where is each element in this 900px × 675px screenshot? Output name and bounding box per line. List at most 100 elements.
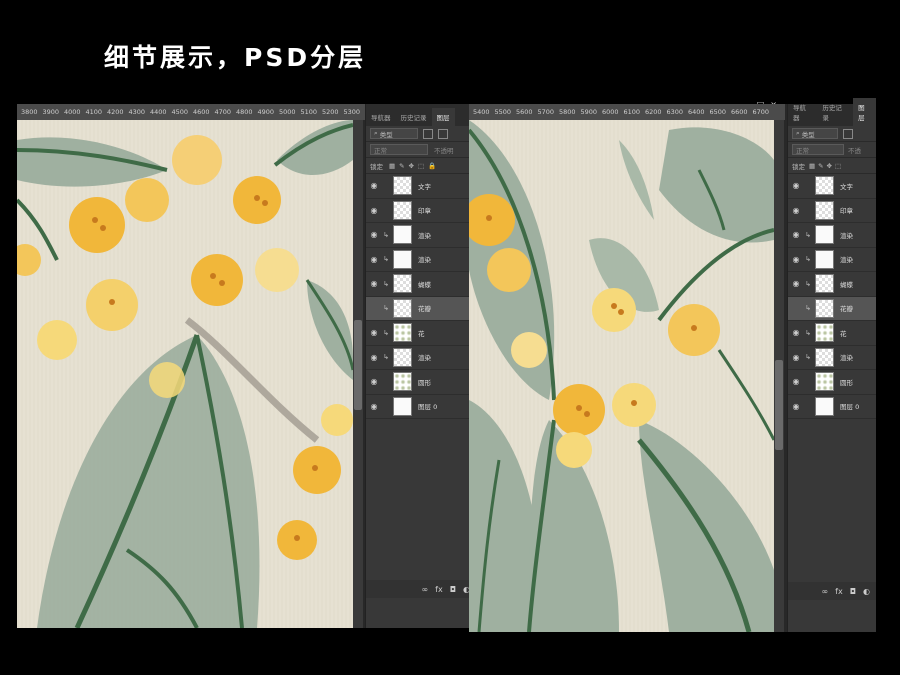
tab-layers[interactable]: 图层 bbox=[431, 108, 455, 126]
layer-row[interactable]: ◉ 印章 bbox=[366, 199, 476, 223]
eye-icon[interactable]: ◉ bbox=[791, 377, 801, 386]
tab-history[interactable]: 历史记录 bbox=[817, 98, 853, 126]
tab-history[interactable]: 历史记录 bbox=[396, 108, 432, 126]
lock-icons[interactable]: ▦✎✥⬚ bbox=[809, 162, 844, 170]
link-icon[interactable]: ∞ bbox=[421, 585, 428, 594]
layer-row[interactable]: ◉ 印章 bbox=[788, 199, 876, 223]
tab-layers[interactable]: 图层 bbox=[853, 98, 876, 126]
layer-name: 文字 bbox=[418, 182, 431, 191]
ruler-tick: 6100 bbox=[623, 108, 641, 116]
layer-row[interactable]: ◉ ↳ 渲染 bbox=[788, 346, 876, 370]
layer-name: 圆形 bbox=[840, 378, 853, 387]
ruler-tick: 4800 bbox=[236, 108, 253, 116]
layer-row[interactable]: ◉ 文字 bbox=[366, 174, 476, 199]
fx-icon[interactable]: fx bbox=[435, 585, 443, 594]
layer-row[interactable]: ◉ 圆形 bbox=[788, 370, 876, 395]
layer-row[interactable]: ◉ ↳ 花 bbox=[788, 321, 876, 346]
fx-icon[interactable]: fx bbox=[835, 587, 843, 596]
eye-icon[interactable]: ◉ bbox=[791, 279, 801, 288]
scrollbar-thumb[interactable] bbox=[775, 360, 783, 450]
layer-thumbnail[interactable] bbox=[815, 176, 834, 196]
filter-kind-select[interactable]: ⌕ 类型 bbox=[792, 128, 838, 139]
filter-image-icon[interactable] bbox=[843, 128, 853, 139]
eye-icon[interactable]: ◉ bbox=[369, 255, 379, 264]
layer-row[interactable]: ↳ 花瓣 bbox=[788, 296, 876, 321]
layer-thumbnail[interactable] bbox=[815, 249, 834, 269]
eye-icon[interactable]: ◉ bbox=[369, 328, 379, 337]
layer-row[interactable]: ◉ ↳ 蝴蝶 bbox=[788, 272, 876, 297]
layer-row[interactable]: ◉ 图层 0 bbox=[788, 395, 876, 419]
artwork-canvas[interactable] bbox=[17, 120, 353, 628]
photoshop-window-right: –□× 540055005600570058005900600061006200… bbox=[469, 98, 876, 632]
link-icon[interactable]: ∞ bbox=[821, 587, 828, 596]
layer-thumbnail[interactable] bbox=[393, 323, 412, 343]
layer-row[interactable]: ◉ ↳ 渲染 bbox=[788, 248, 876, 272]
eye-icon[interactable]: ◉ bbox=[791, 230, 801, 239]
mask-icon[interactable]: ◘ bbox=[450, 585, 456, 594]
layer-thumbnail[interactable] bbox=[815, 225, 834, 245]
filter-adjust-icon[interactable] bbox=[438, 128, 448, 139]
layer-row[interactable]: ◉ 图层 0 bbox=[366, 395, 476, 419]
vertical-scrollbar[interactable] bbox=[353, 120, 363, 628]
layer-thumbnail[interactable] bbox=[815, 200, 834, 220]
eye-icon[interactable]: ◉ bbox=[369, 402, 379, 411]
layer-thumbnail[interactable] bbox=[393, 176, 412, 196]
layer-thumbnail[interactable] bbox=[393, 225, 412, 245]
blend-mode-select[interactable]: 正常 bbox=[792, 144, 844, 155]
eye-icon[interactable]: ◉ bbox=[369, 353, 379, 362]
layer-row[interactable]: ◉ ↳ 渲染 bbox=[366, 248, 476, 272]
layer-thumbnail[interactable] bbox=[393, 249, 412, 269]
filter-image-icon[interactable] bbox=[423, 128, 433, 139]
layer-thumbnail[interactable] bbox=[393, 298, 412, 318]
layer-row[interactable]: ◉ ↳ 花 bbox=[366, 321, 476, 346]
layer-row[interactable]: ◉ 圆形 bbox=[366, 370, 476, 395]
layer-row[interactable]: ◉ ↳ 渲染 bbox=[366, 346, 476, 370]
layer-name: 花瓣 bbox=[840, 305, 853, 314]
layer-thumbnail[interactable] bbox=[393, 347, 412, 367]
layer-thumbnail[interactable] bbox=[393, 274, 412, 294]
eye-icon[interactable]: ◉ bbox=[791, 206, 801, 215]
adjustment-icon[interactable]: ◐ bbox=[863, 587, 870, 596]
eye-icon[interactable]: ◉ bbox=[369, 377, 379, 386]
layer-name: 圆形 bbox=[418, 378, 431, 387]
artwork-canvas[interactable] bbox=[469, 120, 774, 632]
filter-kind-select[interactable]: ⌕ 类型 bbox=[370, 128, 418, 139]
layer-row[interactable]: ◉ ↳ 渲染 bbox=[788, 223, 876, 248]
blend-mode-select[interactable]: 正常 bbox=[370, 144, 428, 155]
eye-icon[interactable]: ◉ bbox=[791, 353, 801, 362]
eye-icon[interactable]: ◉ bbox=[791, 181, 801, 190]
layer-thumbnail[interactable] bbox=[815, 274, 834, 294]
eye-icon[interactable]: ◉ bbox=[791, 402, 801, 411]
layer-row[interactable]: ◉ ↳ 蝴蝶 bbox=[366, 272, 476, 297]
eye-icon[interactable]: ◉ bbox=[791, 328, 801, 337]
tab-navigator[interactable]: 导航器 bbox=[366, 108, 396, 126]
eye-icon[interactable]: ◉ bbox=[369, 230, 379, 239]
tab-navigator[interactable]: 导航器 bbox=[788, 98, 817, 126]
eye-icon[interactable]: ◉ bbox=[369, 181, 379, 190]
eye-icon[interactable]: ◉ bbox=[791, 255, 801, 264]
layer-name: 花 bbox=[840, 329, 847, 338]
layer-thumbnail[interactable] bbox=[815, 372, 834, 392]
ruler-tick: 4900 bbox=[257, 108, 275, 116]
opacity-label: 不透 bbox=[848, 146, 861, 155]
layer-row[interactable]: ↳ 花瓣 bbox=[366, 296, 476, 321]
layer-thumbnail[interactable] bbox=[815, 347, 834, 367]
vertical-scrollbar[interactable] bbox=[774, 120, 784, 632]
lock-label: 锁定 bbox=[792, 162, 805, 171]
lock-icons[interactable]: ▦✎✥⬚🔒 bbox=[389, 162, 440, 170]
layer-thumbnail[interactable] bbox=[393, 396, 412, 416]
scrollbar-thumb[interactable] bbox=[354, 320, 362, 410]
eye-icon[interactable]: ◉ bbox=[369, 279, 379, 288]
layer-thumbnail[interactable] bbox=[393, 200, 412, 220]
ruler-tick: 3800 bbox=[21, 108, 38, 116]
eye-icon[interactable]: ◉ bbox=[369, 206, 379, 215]
layer-thumbnail[interactable] bbox=[815, 298, 834, 318]
layer-row[interactable]: ◉ 文字 bbox=[788, 174, 876, 199]
mask-icon[interactable]: ◘ bbox=[850, 587, 856, 596]
layer-row[interactable]: ◉ ↳ 渲染 bbox=[366, 223, 476, 248]
layer-thumbnail[interactable] bbox=[815, 323, 834, 343]
layer-thumbnail[interactable] bbox=[393, 372, 412, 392]
layer-name: 文字 bbox=[840, 182, 853, 191]
layer-thumbnail[interactable] bbox=[815, 396, 834, 416]
lock-label: 锁定 bbox=[370, 162, 383, 171]
